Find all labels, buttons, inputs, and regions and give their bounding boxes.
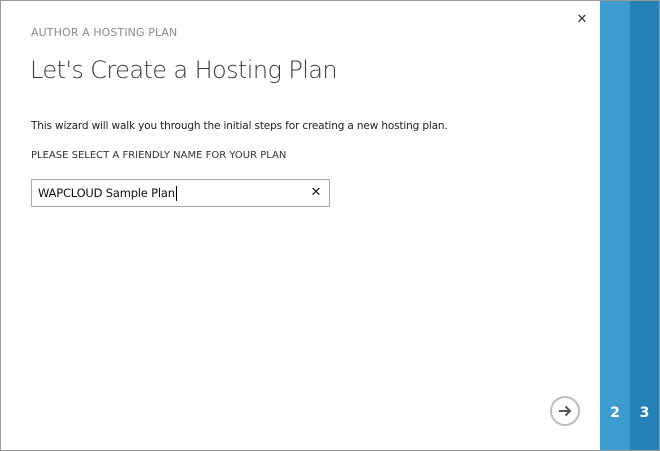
wizard-step-2[interactable]: 2 <box>600 1 630 450</box>
wizard-dialog: AUTHOR A HOSTING PLAN Let's Create a Hos… <box>0 0 660 451</box>
plan-name-field: ✕ <box>31 179 330 207</box>
step-2-label: 2 <box>610 405 620 421</box>
page-title: Let's Create a Hosting Plan <box>30 56 338 84</box>
text-caret <box>175 186 177 201</box>
clear-input-button[interactable]: ✕ <box>309 185 323 201</box>
plan-name-input[interactable] <box>38 180 300 206</box>
wizard-main-panel: AUTHOR A HOSTING PLAN Let's Create a Hos… <box>1 1 600 450</box>
next-button[interactable] <box>550 396 580 426</box>
close-button[interactable]: ✕ <box>576 13 588 27</box>
step-3-label: 3 <box>639 405 650 421</box>
arrow-right-circle-icon <box>559 405 572 417</box>
wizard-step-3[interactable]: 3 <box>630 1 659 450</box>
wizard-subtitle: AUTHOR A HOSTING PLAN <box>31 26 178 39</box>
wizard-description: This wizard will walk you through the in… <box>31 120 448 132</box>
plan-name-label: PLEASE SELECT A FRIENDLY NAME FOR YOUR P… <box>31 150 287 161</box>
